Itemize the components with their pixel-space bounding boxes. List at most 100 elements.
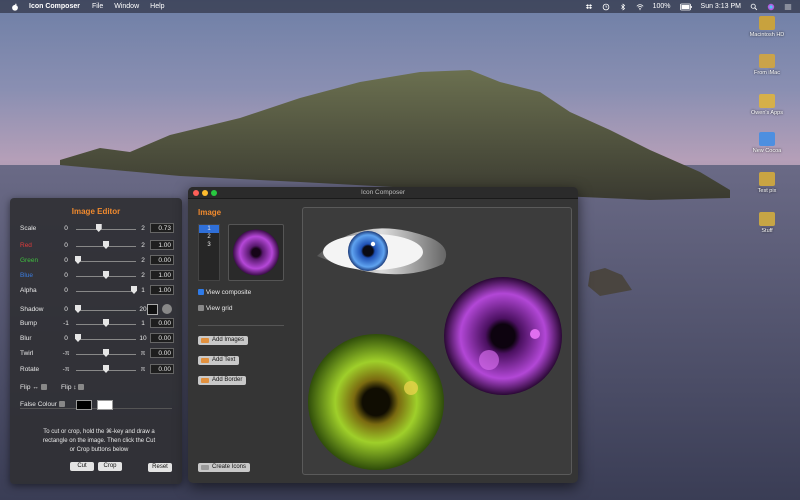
value-field-twirl[interactable]: 0.00 [150, 348, 174, 358]
menu-file[interactable]: File [92, 3, 103, 10]
value-field-alpha[interactable]: 1.00 [150, 285, 174, 295]
desktop-icon-macintosh-hd[interactable]: Macintosh HD [742, 16, 792, 38]
false-colour-checkbox[interactable] [58, 401, 65, 408]
shadow-colour-swatch[interactable] [147, 304, 158, 315]
slider-knob-shadow[interactable] [75, 305, 81, 313]
siri-icon[interactable] [767, 3, 775, 11]
slider-max-rotate: π [140, 366, 146, 373]
flip-horizontal-option[interactable]: Flip ↔ [20, 384, 47, 391]
text-icon [201, 358, 209, 363]
value-field-scale[interactable]: 0.73 [150, 223, 174, 233]
composite-canvas[interactable] [302, 207, 572, 475]
composite-image [308, 228, 562, 470]
menu-window[interactable]: Window [114, 3, 139, 10]
apple-menu-icon[interactable] [11, 3, 19, 11]
slider-track-shadow[interactable] [76, 310, 136, 311]
slider-knob-twirl[interactable] [103, 349, 109, 357]
value-field-rotate[interactable]: 0.00 [150, 364, 174, 374]
desktop-icon-from-imac[interactable]: From iMac [742, 54, 792, 76]
slider-label-twirl: Twirl [20, 350, 34, 357]
slider-knob-alpha[interactable] [131, 286, 137, 294]
wifi-icon[interactable] [636, 3, 644, 11]
dropbox-icon[interactable] [585, 3, 593, 11]
add-border-button[interactable]: Add Border [198, 376, 247, 385]
crop-button[interactable]: Crop [98, 462, 122, 471]
desktop-icon-stuff[interactable]: Stuff [742, 212, 792, 234]
menu-app-name[interactable]: Icon Composer [29, 3, 80, 10]
slider-min-twirl: -π [62, 350, 70, 357]
slider-track-alpha[interactable] [76, 291, 136, 292]
view-grid-checkbox[interactable] [198, 305, 204, 312]
shadow-angle-dial[interactable] [162, 304, 172, 314]
false-colour-light-swatch[interactable] [97, 400, 113, 410]
slider-track-scale[interactable] [76, 229, 136, 230]
battery-icon[interactable] [679, 3, 692, 11]
value-field-red[interactable]: 1.00 [150, 240, 174, 250]
image-icon [201, 338, 209, 343]
view-composite-option[interactable]: View composite [198, 289, 251, 296]
flip-horizontal-checkbox[interactable] [40, 384, 47, 391]
layer-item-3[interactable]: 3 [199, 241, 219, 249]
notification-center-icon[interactable] [784, 3, 792, 11]
window-titlebar[interactable]: Icon Composer [188, 187, 578, 199]
image-section-title: Image [198, 208, 222, 217]
value-field-bump[interactable]: 0.00 [150, 318, 174, 328]
slider-knob-scale[interactable] [95, 224, 102, 232]
slider-max-scale: 2 [141, 225, 145, 232]
slider-max-blue: 2 [141, 272, 145, 279]
view-composite-checkbox[interactable] [198, 289, 204, 296]
bluetooth-icon[interactable] [619, 3, 627, 11]
slider-track-blur[interactable] [76, 339, 136, 340]
cut-button[interactable]: Cut [70, 462, 94, 471]
icon-composer-window: Icon Composer Image 1 2 3 View composite… [188, 187, 578, 483]
slider-min-bump: -1 [63, 320, 69, 327]
slider-knob-rotate[interactable] [103, 365, 109, 373]
time-machine-icon[interactable] [602, 3, 610, 11]
slider-max-twirl: π [140, 350, 146, 357]
slider-track-green[interactable] [76, 261, 136, 262]
slider-knob-blur[interactable] [75, 334, 81, 342]
slider-max-red: 2 [141, 242, 145, 249]
false-colour-dark-swatch[interactable] [76, 400, 92, 410]
slider-min-blue: 0 [64, 272, 68, 279]
value-field-blue[interactable]: 1.00 [150, 270, 174, 280]
add-images-button[interactable]: Add Images [198, 336, 249, 345]
drive-icon [759, 16, 775, 30]
slider-knob-bump[interactable] [103, 319, 109, 327]
desktop-icon-owens-apps[interactable]: Owen's Apps [742, 94, 792, 116]
menu-help[interactable]: Help [150, 3, 164, 10]
value-field-blur[interactable]: 0.00 [150, 333, 174, 343]
slider-label-shadow: Shadow [20, 306, 44, 313]
slider-label-red: Red [20, 242, 32, 249]
layer-item-2[interactable]: 2 [199, 233, 219, 241]
slider-knob-red[interactable] [103, 241, 109, 249]
value-field-green[interactable]: 0.00 [150, 255, 174, 265]
layer-thumbnail[interactable] [228, 224, 284, 281]
flip-vertical-checkbox[interactable] [78, 384, 85, 391]
create-icons-button[interactable]: Create Icons [198, 463, 251, 472]
slider-label-rotate: Rotate [20, 366, 40, 373]
layer-list[interactable]: 1 2 3 [198, 224, 220, 281]
false-colour-option[interactable]: False Colour [20, 401, 65, 408]
reset-button[interactable]: Reset [148, 463, 172, 472]
spotlight-search-icon[interactable] [750, 3, 758, 11]
folder-icon [759, 54, 775, 68]
slider-min-rotate: -π [62, 366, 70, 373]
slider-knob-blue[interactable] [103, 271, 109, 279]
battery-percent[interactable]: 100% [653, 3, 671, 10]
slider-min-blur: 0 [64, 335, 68, 342]
slider-max-green: 2 [141, 257, 145, 264]
flip-vertical-option[interactable]: Flip ↕ [61, 384, 85, 391]
slider-knob-green[interactable] [75, 256, 81, 264]
desktop-icon-new-cocoa[interactable]: New Cocoa [742, 132, 792, 154]
layer-item-1[interactable]: 1 [199, 225, 219, 233]
slider-max-bump: 1 [141, 320, 145, 327]
menu-clock[interactable]: Sun 3:13 PM [701, 3, 741, 10]
add-text-button[interactable]: Add Text [198, 356, 240, 365]
desktop-icon-test-pix[interactable]: Test pix [742, 172, 792, 194]
slider-label-blue: Blue [20, 272, 34, 279]
window-title: Icon Composer [360, 189, 406, 196]
view-grid-option[interactable]: View grid [198, 305, 232, 312]
slider-row-red: Red 0 2 1.00 [10, 240, 182, 252]
crop-instructions: To cut or crop, hold the ⌘-key and draw … [42, 429, 156, 453]
